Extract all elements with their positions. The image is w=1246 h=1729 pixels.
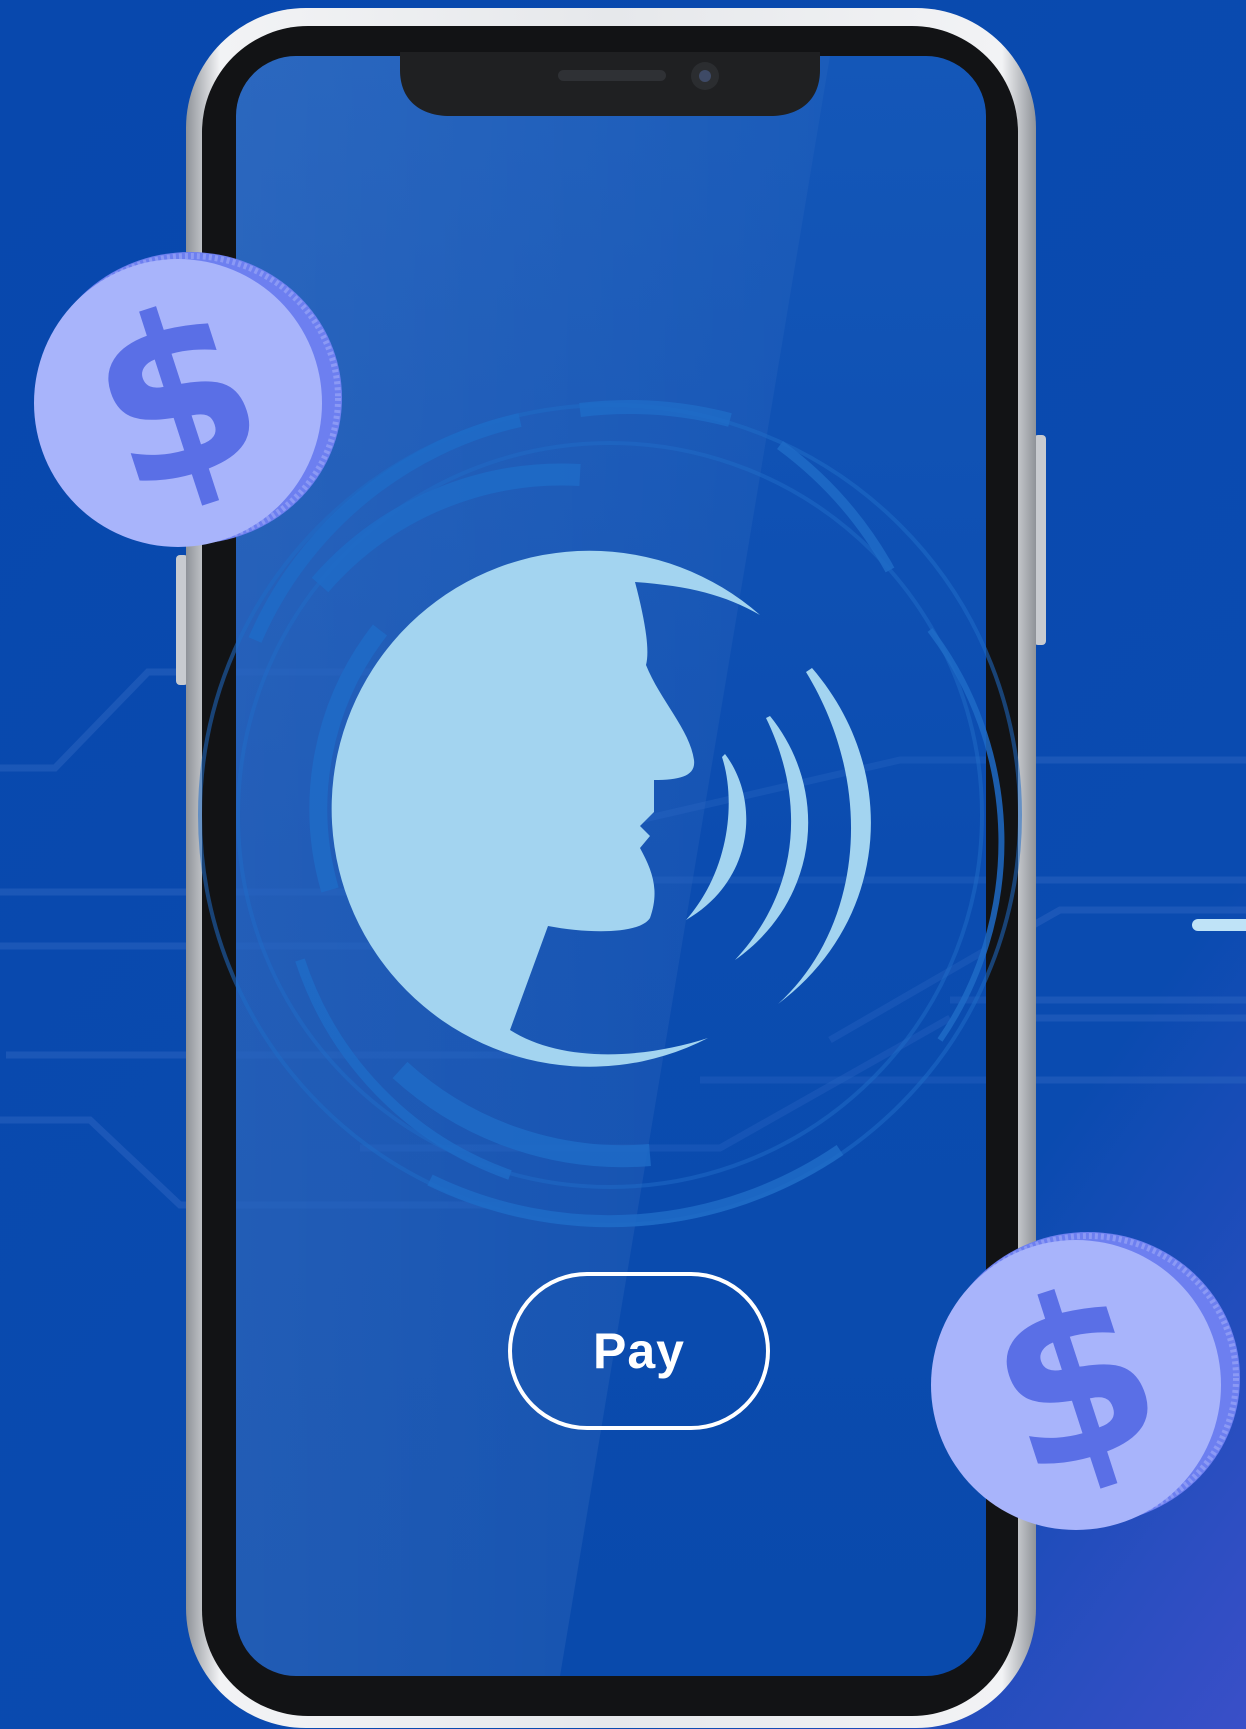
dollar-coin-icon: $ <box>34 249 342 547</box>
pay-button[interactable]: Pay <box>508 1272 770 1430</box>
phone-notch <box>400 52 820 116</box>
payment-illustration: $ $ <box>0 0 1246 1729</box>
phone-speaker <box>558 70 666 81</box>
